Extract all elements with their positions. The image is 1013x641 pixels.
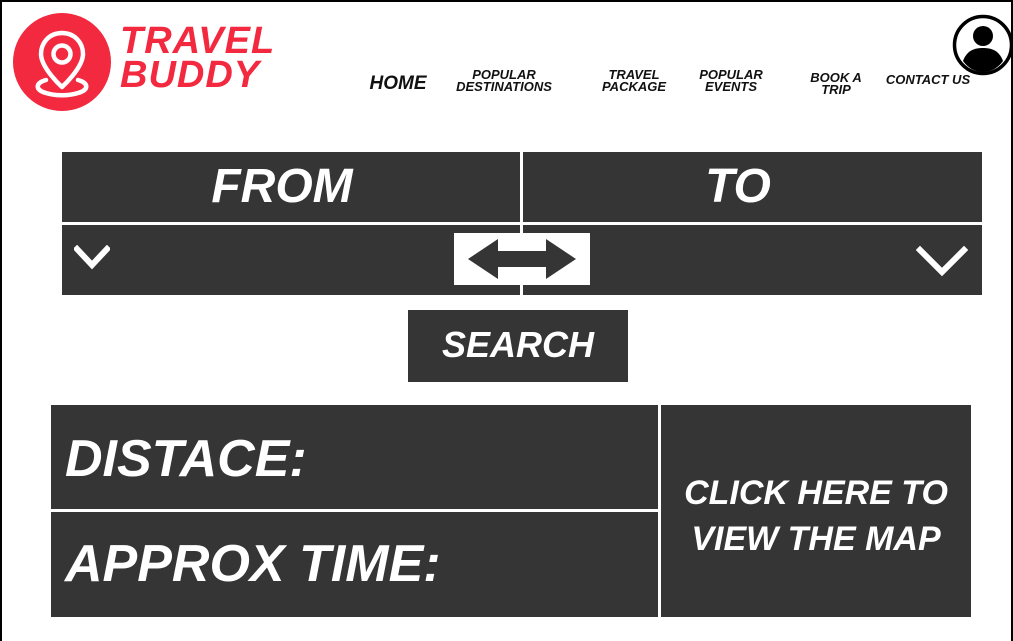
brand-name[interactable]: TRAVEL BUDDY [120, 20, 276, 96]
to-select[interactable] [523, 225, 982, 295]
view-map-line-1: CLICK HERE TO [684, 474, 948, 512]
brand-line-1: TRAVEL [120, 20, 276, 62]
nav-book-trip-line-2: TRIP [821, 82, 851, 97]
search-button[interactable]: SEARCH [408, 310, 628, 382]
to-header: TO [523, 152, 982, 222]
chevron-down-icon [74, 245, 110, 270]
distance-label: DISTACE: [65, 430, 307, 488]
from-select[interactable] [62, 225, 520, 295]
nav-home-label: HOME [369, 73, 427, 94]
to-label: TO [705, 160, 771, 213]
time-panel: APPROX TIME: [51, 512, 658, 617]
nav-book-trip[interactable]: BOOK A TRIP [804, 71, 868, 97]
swap-locations-button[interactable] [454, 233, 590, 285]
from-label: FROM [211, 160, 353, 213]
view-map-label: CLICK HERE TO VIEW THE MAP [661, 470, 971, 562]
brand-line-2: BUDDY [120, 54, 261, 96]
view-map-line-2: VIEW THE MAP [691, 520, 941, 558]
nav-travel-package[interactable]: TRAVEL PACKAGE [596, 68, 672, 94]
nav-popular-destinations-line-2: DESTINATIONS [456, 79, 552, 94]
swap-arrows-icon [468, 239, 576, 279]
map-pin-icon [35, 30, 89, 98]
chevron-down-icon [916, 245, 968, 277]
user-avatar-icon[interactable] [952, 14, 1013, 76]
nav-popular-destinations[interactable]: POPULAR DESTINATIONS [448, 68, 560, 94]
nav-popular-events-line-2: EVENTS [704, 79, 757, 94]
view-map-button[interactable]: CLICK HERE TO VIEW THE MAP [661, 405, 971, 617]
approx-time-label: APPROX TIME: [65, 535, 441, 593]
logo[interactable] [13, 13, 111, 111]
from-header: FROM [62, 152, 520, 222]
nav-popular-events[interactable]: POPULAR EVENTS [693, 68, 769, 94]
nav-home[interactable]: HOME [366, 74, 430, 94]
distance-panel: DISTACE: [51, 405, 658, 509]
search-button-label: SEARCH [441, 324, 594, 365]
nav-travel-package-line-2: PACKAGE [601, 79, 667, 94]
